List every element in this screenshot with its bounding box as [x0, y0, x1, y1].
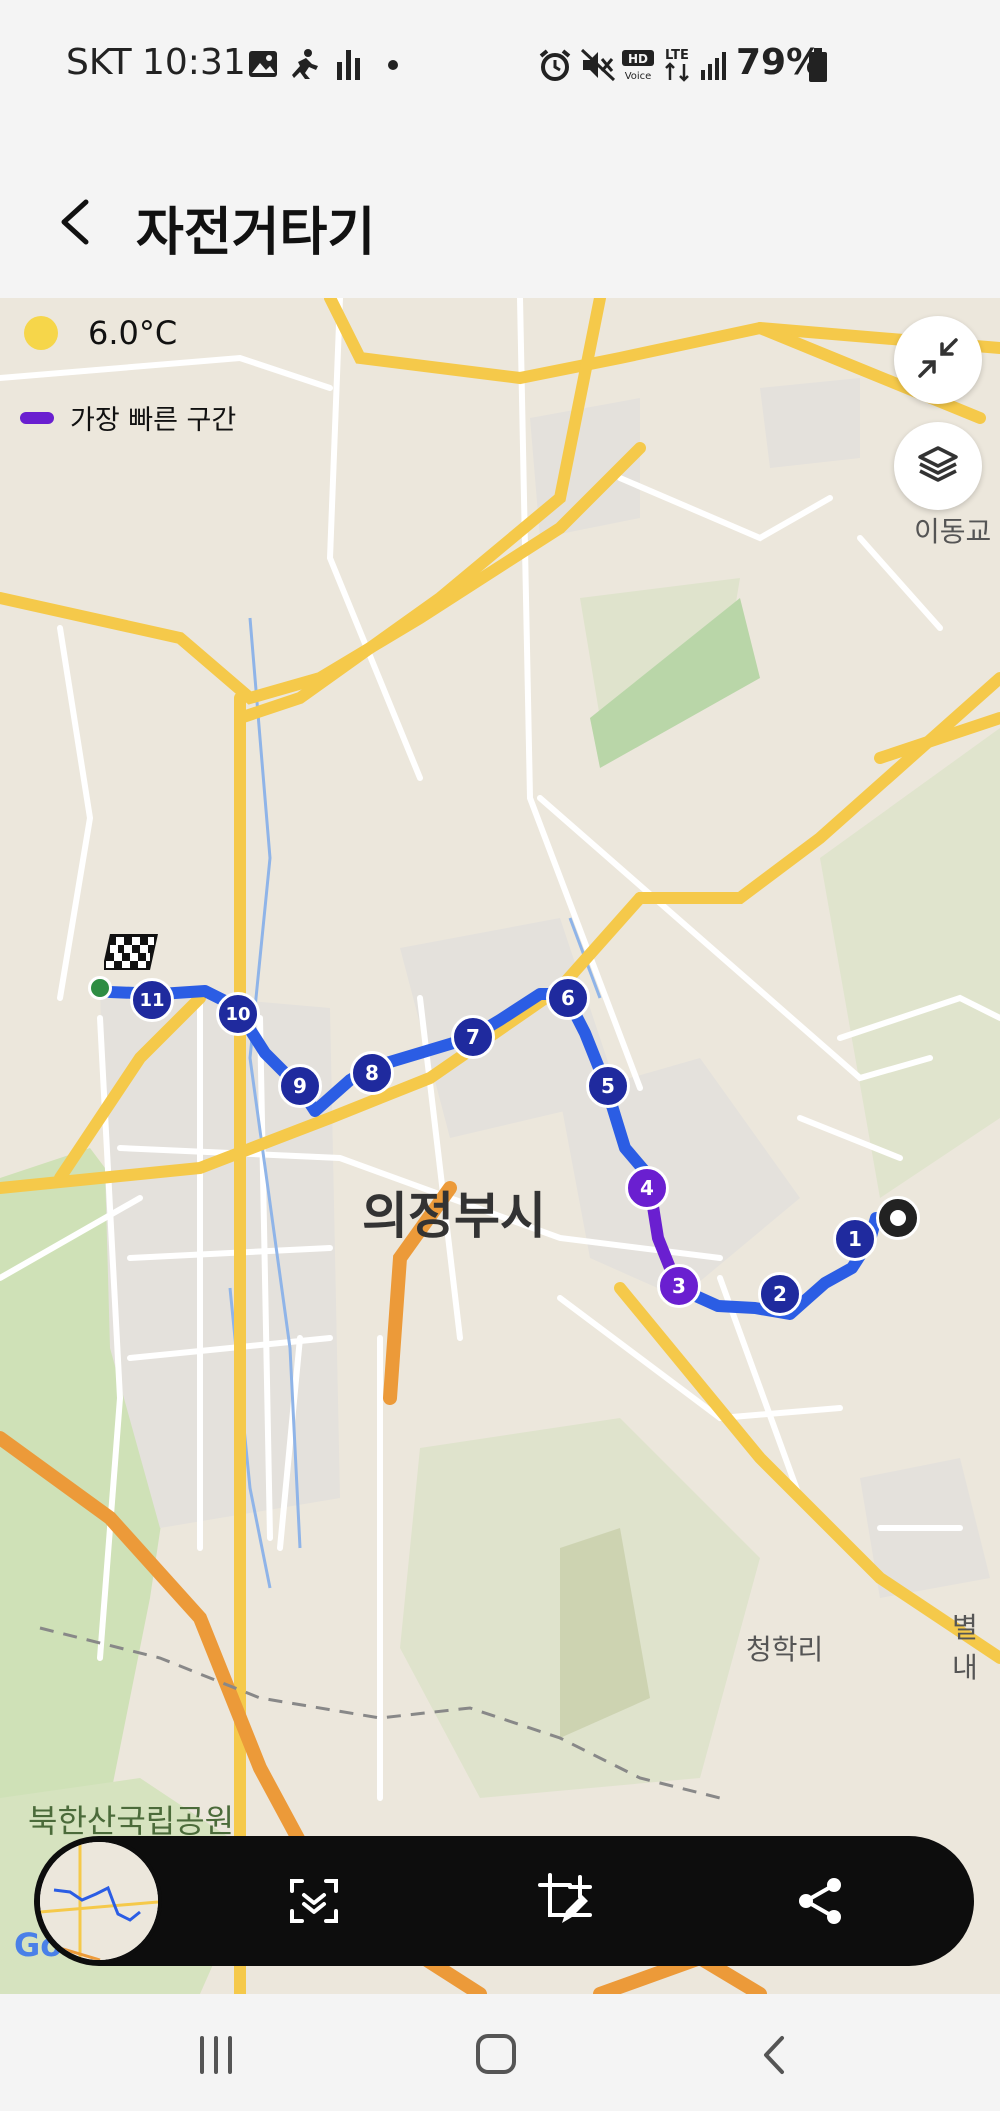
- layers-icon: [916, 442, 960, 490]
- recents-icon: [186, 2036, 246, 2084]
- clock: 10:31: [142, 42, 246, 83]
- legend-swatch: [20, 411, 54, 424]
- svg-text:LTE: LTE: [665, 48, 689, 63]
- back-button[interactable]: [52, 192, 102, 252]
- hd-voice-icon: HD Voice: [620, 48, 656, 86]
- recents-button[interactable]: [186, 2030, 246, 2080]
- route-start-dot: [88, 976, 112, 1000]
- route-toolbar: [34, 1836, 974, 1966]
- lte-icon: LTE: [660, 46, 694, 86]
- share-button[interactable]: [790, 1871, 850, 1931]
- route-marker[interactable]: 6: [546, 976, 590, 1020]
- capture-button[interactable]: [284, 1871, 344, 1931]
- route-marker[interactable]: 1: [833, 1217, 877, 1261]
- finish-flag-marker[interactable]: [102, 932, 162, 976]
- scan-icon: [284, 1879, 344, 1935]
- route-marker[interactable]: 4: [625, 1166, 669, 1210]
- temperature-label: 6.0°C: [88, 314, 178, 352]
- start-marker[interactable]: [876, 1196, 920, 1240]
- route-marker[interactable]: 9: [278, 1064, 322, 1108]
- app-header: 자전거타기: [0, 130, 1000, 298]
- home-button[interactable]: [466, 2030, 526, 2080]
- map-layers-button[interactable]: [894, 422, 982, 510]
- minimize-icon: [916, 336, 960, 384]
- nav-back-button[interactable]: [746, 2030, 806, 2080]
- share-icon: [790, 1878, 850, 1935]
- svg-text:HD: HD: [628, 52, 648, 66]
- chevron-left-icon: [52, 199, 102, 256]
- home-icon: [466, 2034, 526, 2084]
- dot-icon: [388, 60, 398, 70]
- equalizer-icon: [336, 48, 362, 84]
- alarm-icon: [538, 48, 572, 86]
- mute-icon: [580, 48, 616, 86]
- weather-info: 6.0°C: [24, 314, 177, 352]
- route-marker[interactable]: 3: [657, 1264, 701, 1308]
- place-label-cheonghak: 청학리: [746, 1633, 824, 1666]
- battery-icon: [808, 48, 828, 86]
- map-tiles: [0, 298, 1000, 1994]
- legend-label: 가장 빠른 구간: [70, 405, 237, 436]
- svg-text:Voice: Voice: [625, 71, 652, 82]
- back-icon: [746, 2036, 806, 2084]
- system-nav-bar: [0, 1994, 1000, 2111]
- activity-icon: [292, 48, 320, 84]
- status-bar: SKT 10:31 HD Voice LTE 79%: [0, 0, 1000, 130]
- city-label: 의정부시: [362, 1187, 546, 1245]
- carrier-label: SKT: [66, 42, 132, 83]
- fastest-segment-legend: 가장 빠른 구간: [20, 398, 236, 437]
- place-label-byeol: 별내: [952, 1611, 978, 1684]
- edit-button[interactable]: [536, 1871, 596, 1931]
- route-marker[interactable]: 2: [758, 1272, 802, 1316]
- gallery-icon: [248, 50, 278, 82]
- route-marker[interactable]: 11: [130, 978, 174, 1022]
- edit-crop-icon: [536, 1873, 596, 1935]
- route-marker[interactable]: 7: [451, 1015, 495, 1059]
- route-marker[interactable]: 10: [216, 992, 260, 1036]
- route-map[interactable]: 1 2 3 4 5 6 7 8 9 10 11 의정부시 북한산국립공원 청학리…: [0, 298, 1000, 1994]
- sun-icon: [24, 316, 58, 350]
- page-title: 자전거타기: [136, 203, 376, 263]
- route-marker[interactable]: 8: [350, 1051, 394, 1095]
- map-thumbnail[interactable]: [36, 1838, 162, 1964]
- route-marker[interactable]: 5: [586, 1064, 630, 1108]
- minimize-map-button[interactable]: [894, 316, 982, 404]
- signal-icon: [700, 50, 726, 84]
- place-label-idong: 이동교: [914, 515, 992, 548]
